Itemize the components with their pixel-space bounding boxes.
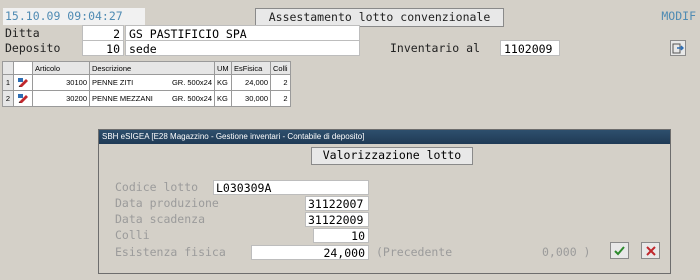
col-articolo-header: Articolo	[32, 62, 90, 75]
grid-header-row: Articolo Descrizione UM EsFisica Colli	[3, 62, 291, 75]
icon-header	[13, 62, 33, 75]
cell-um: KG	[214, 74, 232, 91]
articles-grid: Articolo Descrizione UM EsFisica Colli 1…	[2, 61, 291, 107]
datetime-display: 15.10.09 09:04:27	[3, 8, 145, 25]
row-number: 2	[3, 90, 14, 107]
cell-descrizione: PENNE MEZZANI GR. 500x24	[89, 90, 215, 107]
edit-pencil-icon	[17, 93, 28, 104]
cell-esfisica: 24,000	[231, 74, 271, 91]
row-number-header	[3, 62, 14, 75]
exit-arrow-icon	[672, 43, 684, 54]
table-row[interactable]: 1 30100 PENNE ZITI GR. 500x24 KG 24,000 2	[3, 74, 291, 91]
edit-pencil-icon	[17, 77, 28, 88]
ditta-code-field[interactable]: 2	[82, 25, 124, 41]
mode-indicator: MODIF	[661, 9, 696, 23]
cell-articolo: 30100	[32, 74, 90, 91]
close-icon	[645, 245, 656, 256]
col-descrizione-header: Descrizione	[89, 62, 215, 75]
cell-descrizione-text: PENNE MEZZANI	[92, 94, 153, 103]
deposito-code-field[interactable]: 10	[82, 40, 124, 56]
col-esfisica-header: EsFisica	[231, 62, 271, 75]
esistenza-fisica-field[interactable]: 24,000	[251, 245, 369, 260]
deposito-name-field[interactable]: sede	[125, 40, 360, 56]
table-row[interactable]: 2 30200 PENNE MEZZANI GR. 500x24 KG 30,00…	[3, 90, 291, 107]
cell-um: KG	[214, 90, 232, 107]
cancel-button[interactable]	[641, 242, 660, 259]
exit-button[interactable]	[670, 40, 686, 56]
codice-lotto-label: Codice lotto	[115, 180, 199, 194]
cell-esfisica: 30,000	[231, 90, 271, 107]
cell-descrizione: PENNE ZITI GR. 500x24	[89, 74, 215, 91]
cell-formato: GR. 500x24	[171, 78, 212, 87]
cell-colli: 2	[270, 74, 291, 91]
row-edit-button[interactable]	[13, 90, 33, 107]
dialog-titlebar[interactable]: SBH eSIGEA [E28 Magazzino - Gestione inv…	[99, 130, 670, 144]
data-scadenza-field[interactable]: 31122009	[305, 212, 369, 227]
checkmark-icon	[614, 245, 625, 255]
cell-colli: 2	[270, 90, 291, 107]
col-colli-header: Colli	[270, 62, 291, 75]
cell-descrizione-text: PENNE ZITI	[92, 78, 134, 87]
esistenza-fisica-label: Esistenza fisica	[115, 245, 226, 259]
data-produzione-field[interactable]: 31122007	[305, 196, 369, 211]
inventario-label: Inventario al	[390, 41, 481, 55]
valorizzazione-dialog: SBH eSIGEA [E28 Magazzino - Gestione inv…	[99, 130, 670, 273]
data-scadenza-label: Data scadenza	[115, 212, 206, 226]
data-produzione-label: Data produzione	[115, 196, 219, 210]
deposito-label: Deposito	[5, 41, 61, 55]
dialog-subtitle: Valorizzazione lotto	[311, 147, 473, 165]
confirm-button[interactable]	[610, 242, 629, 259]
cell-formato: GR. 500x24	[171, 94, 212, 103]
inventario-date-field[interactable]: 1102009	[500, 40, 560, 56]
codice-lotto-field[interactable]: L030309A	[213, 180, 369, 195]
ditta-name-field[interactable]: GS PASTIFICIO SPA	[125, 25, 360, 41]
col-um-header: UM	[214, 62, 232, 75]
cell-articolo: 30200	[32, 90, 90, 107]
ditta-label: Ditta	[5, 26, 40, 40]
row-number: 1	[3, 74, 14, 91]
precedente-value: 0,000 )	[542, 245, 591, 259]
row-edit-button[interactable]	[13, 74, 33, 91]
colli-field[interactable]: 10	[313, 228, 369, 243]
colli-label: Colli	[115, 228, 150, 242]
precedente-label: (Precedente	[376, 245, 453, 259]
